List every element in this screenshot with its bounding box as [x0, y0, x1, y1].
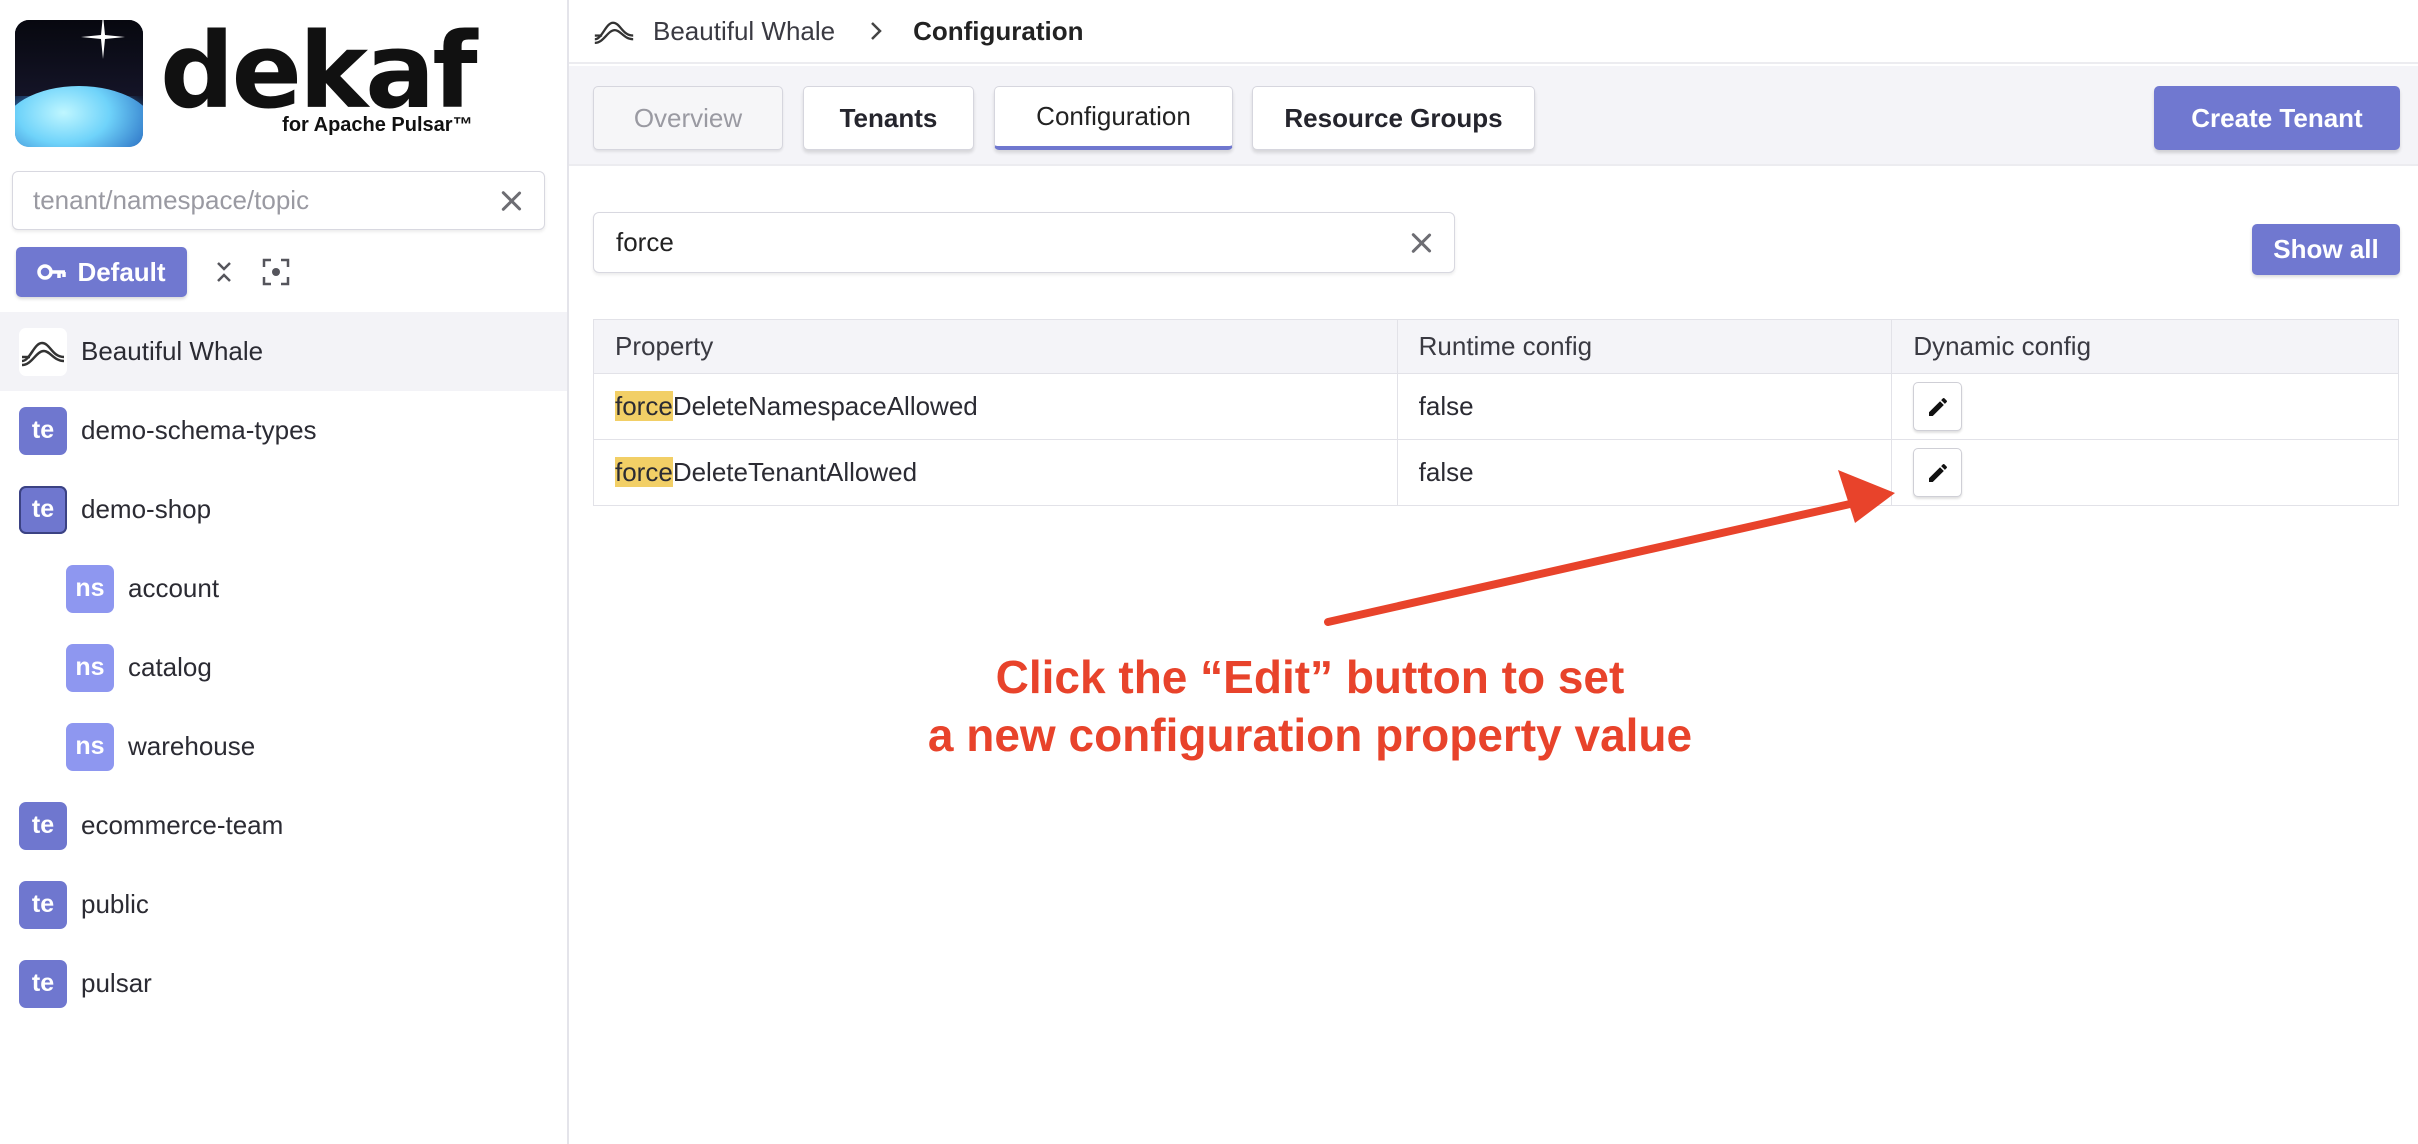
tab-tenants[interactable]: Tenants: [803, 86, 974, 150]
sparkle-icon: [81, 20, 125, 59]
runtime-value: false: [1396, 373, 1893, 440]
tenant-badge: te: [19, 406, 67, 455]
search-highlight: force: [615, 457, 673, 487]
breadcrumb: Beautiful Whale Configuration: [569, 0, 2418, 64]
tree-item-tenant[interactable]: te ecommerce-team: [0, 786, 567, 865]
tab-configuration[interactable]: Configuration: [994, 86, 1233, 150]
runtime-value: false: [1396, 439, 1893, 506]
clear-icon[interactable]: [498, 188, 524, 214]
table-row: forceDeleteNamespaceAllowed false: [593, 373, 2399, 440]
column-header: Property: [593, 319, 1398, 374]
default-button[interactable]: Default: [16, 247, 187, 297]
navigation-search: [12, 171, 545, 230]
table-header-row: Property Runtime config Dynamic config: [593, 319, 2399, 374]
tree-item-label: demo-shop: [81, 494, 212, 524]
tenant-badge: te: [19, 801, 67, 850]
pencil-icon: [1928, 397, 1947, 416]
tree-item-label: warehouse: [128, 731, 256, 761]
tree-item-namespace[interactable]: ns warehouse: [0, 707, 567, 786]
logo-image: [15, 20, 143, 147]
tree-item-label: catalog: [128, 652, 212, 682]
tree-item-tenant[interactable]: te pulsar: [0, 944, 567, 1023]
edit-button[interactable]: [1913, 382, 1963, 431]
search-input[interactable]: [33, 185, 498, 216]
breadcrumb-cluster[interactable]: Beautiful Whale: [653, 16, 835, 47]
tree-item-label: Beautiful Whale: [81, 336, 264, 366]
tab-resource-groups[interactable]: Resource Groups: [1252, 86, 1535, 150]
config-filter: [593, 212, 1455, 273]
tree-item-cluster[interactable]: Beautiful Whale: [0, 312, 567, 391]
tree-item-namespace[interactable]: ns account: [0, 549, 567, 628]
sidebar: dekaf for Apache Pulsar™ Default: [0, 0, 569, 1144]
namespace-badge: ns: [66, 722, 114, 771]
tree-item-tenant[interactable]: te demo-shop: [0, 470, 567, 549]
focus-icon[interactable]: [261, 257, 291, 287]
config-table: Property Runtime config Dynamic config f…: [593, 319, 2399, 506]
tenant-badge: te: [19, 485, 67, 534]
property-name: DeleteTenantAllowed: [672, 457, 918, 487]
pencil-icon: [1928, 463, 1947, 482]
brand-logo[interactable]: dekaf for Apache Pulsar™: [15, 10, 478, 148]
tree-item-label: account: [128, 573, 220, 603]
search-highlight: force: [615, 391, 673, 421]
tree-item-tenant[interactable]: te demo-schema-types: [0, 391, 567, 470]
create-tenant-button[interactable]: Create Tenant: [2154, 86, 2400, 150]
namespace-badge: ns: [66, 643, 114, 692]
default-button-label: Default: [77, 256, 166, 287]
key-icon: [37, 264, 67, 280]
namespace-badge: ns: [66, 564, 114, 613]
tab-overview[interactable]: Overview: [593, 86, 783, 150]
annotation-text: Click the “Edit” button to set a new con…: [860, 648, 1760, 764]
tree-item-tenant[interactable]: te public: [0, 865, 567, 944]
tab-bar: Overview Tenants Configuration Resource …: [569, 66, 2418, 166]
column-header: Dynamic config: [1891, 319, 2399, 374]
tree-item-label: demo-schema-types: [81, 415, 317, 445]
dynamic-cell: [1891, 373, 2399, 440]
column-header: Runtime config: [1396, 319, 1893, 374]
tree-item-label: ecommerce-team: [81, 810, 284, 840]
collapse-all-icon[interactable]: [209, 257, 239, 287]
table-row: forceDeleteTenantAllowed false: [593, 439, 2399, 506]
property-cell: forceDeleteNamespaceAllowed: [593, 373, 1398, 440]
tree-item-namespace[interactable]: ns catalog: [0, 628, 567, 707]
show-all-button[interactable]: Show all: [2252, 224, 2400, 275]
dynamic-cell: [1891, 439, 2399, 506]
annotation-line: Click the “Edit” button to set: [995, 651, 1625, 703]
tree-item-label: pulsar: [81, 968, 152, 998]
filter-input[interactable]: [616, 227, 1408, 258]
cluster-icon: [19, 327, 67, 376]
tenant-badge: te: [19, 959, 67, 1008]
clear-icon[interactable]: [1408, 230, 1434, 256]
tree-item-label: public: [81, 889, 149, 919]
edit-button[interactable]: [1913, 448, 1963, 497]
tenant-badge: te: [19, 880, 67, 929]
brand-name: dekaf: [160, 10, 478, 132]
annotation-line: a new configuration property value: [927, 709, 1693, 761]
chevron-right-icon: [869, 20, 883, 42]
breadcrumb-current: Configuration: [913, 15, 1084, 46]
property-cell: forceDeleteTenantAllowed: [593, 439, 1398, 506]
resource-tree: Beautiful Whale te demo-schema-types te …: [0, 312, 567, 1023]
property-name: DeleteNamespaceAllowed: [672, 391, 978, 421]
cluster-icon: [593, 17, 635, 45]
